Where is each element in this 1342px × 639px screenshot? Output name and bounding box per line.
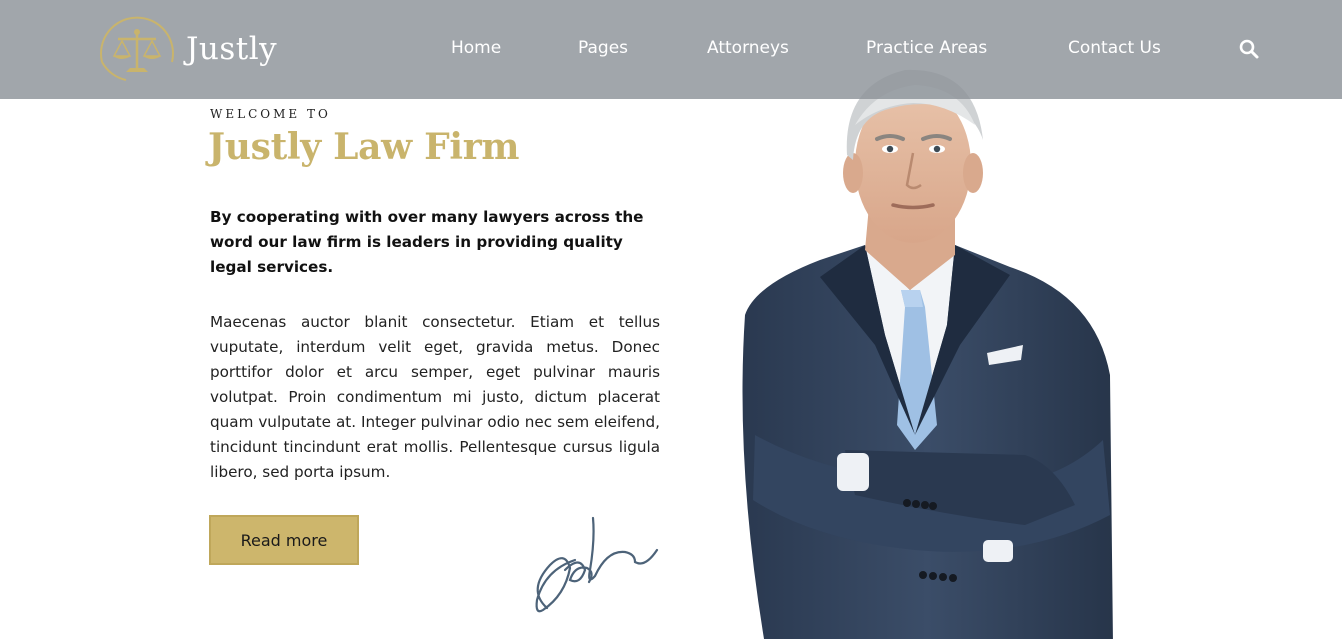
nav-item-practice-areas[interactable]: Practice Areas <box>866 38 987 58</box>
attorney-portrait <box>742 69 1113 639</box>
nav-item-contact-us[interactable]: Contact Us <box>1068 38 1161 58</box>
hero-body-text: Maecenas auctor blanit consectetur. Etia… <box>210 313 660 481</box>
nav-item-home[interactable]: Home <box>451 38 501 58</box>
nav-item-attorneys[interactable]: Attorneys <box>707 38 789 58</box>
main-nav: Home Pages Attorneys Practice Areas Cont… <box>0 0 1342 99</box>
hero-eyebrow: WELCOME TO <box>210 107 331 121</box>
hero-lead-text: By cooperating with over many lawyers ac… <box>210 208 644 276</box>
hero-title: Justly Law Firm <box>208 126 520 168</box>
nav-item-pages[interactable]: Pages <box>578 38 628 58</box>
site-header: Justly Home Pages Attorneys Practice Are… <box>0 0 1342 99</box>
read-more-button[interactable]: Read more <box>209 515 359 565</box>
signature <box>535 516 659 613</box>
search-icon[interactable] <box>1238 38 1260 60</box>
